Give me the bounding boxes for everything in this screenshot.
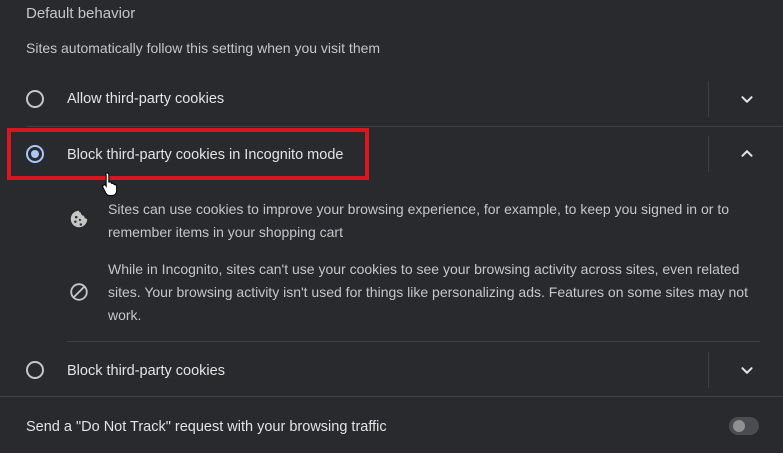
radio-allow-third-party[interactable] — [26, 90, 44, 108]
block-icon — [70, 283, 88, 301]
chevron-down-icon[interactable] — [736, 88, 758, 110]
divider-vertical — [708, 136, 709, 172]
chevron-up-icon[interactable] — [736, 143, 758, 165]
option-allow-third-party[interactable]: Allow third-party cookies — [0, 72, 783, 126]
divider-vertical — [708, 81, 709, 117]
do-not-track-label: Send a "Do Not Track" request with your … — [26, 419, 387, 435]
divider — [67, 341, 760, 342]
chevron-down-icon[interactable] — [736, 359, 758, 381]
option-block-incognito[interactable]: Block third-party cookies in Incognito m… — [0, 127, 783, 183]
detail-text: While in Incognito, sites can't use your… — [108, 261, 748, 323]
radio-block-incognito[interactable] — [26, 145, 44, 163]
divider — [0, 396, 783, 397]
section-heading: Default behavior — [26, 5, 136, 22]
section-subheading: Sites automatically follow this setting … — [26, 40, 381, 56]
option-label: Block third-party cookies in Incognito m… — [67, 147, 344, 163]
radio-block-third-party[interactable] — [26, 361, 44, 379]
option-label: Block third-party cookies — [67, 363, 225, 379]
detail-text: Sites can use cookies to improve your br… — [108, 201, 729, 240]
cookie-icon — [70, 210, 88, 228]
option-block-third-party[interactable]: Block third-party cookies — [0, 344, 783, 396]
do-not-track-toggle[interactable] — [729, 417, 759, 435]
divider-vertical — [708, 352, 709, 388]
option-label: Allow third-party cookies — [67, 91, 225, 107]
